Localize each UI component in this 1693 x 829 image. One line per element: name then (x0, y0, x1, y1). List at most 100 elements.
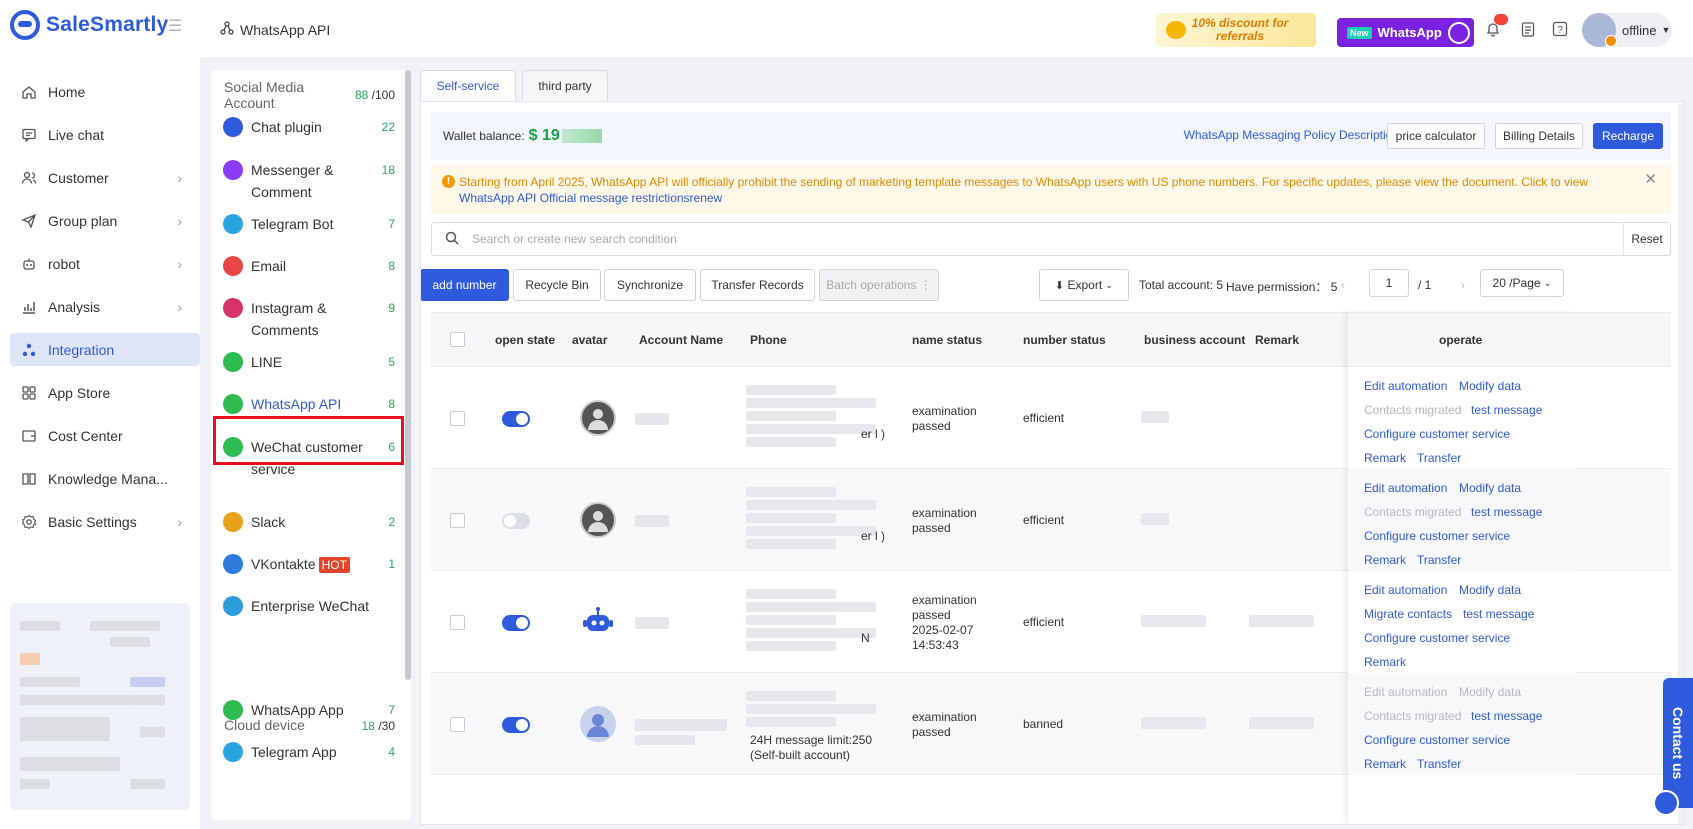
next-page-icon[interactable]: › (1461, 278, 1465, 292)
social-account-count: 88 /100 (354, 88, 395, 102)
channel-item-telegram-bot[interactable]: Telegram Bot 7 (223, 213, 395, 235)
sidebar-item-integration[interactable]: Integration (10, 333, 200, 366)
new-badge: New (1347, 26, 1372, 39)
row-checkbox[interactable] (450, 717, 465, 732)
recycle-bin-button[interactable]: Recycle Bin (513, 269, 601, 301)
referral-discount-banner[interactable]: 10% discount for referrals (1156, 13, 1316, 47)
channel-count: 22 (381, 120, 395, 134)
caret-down-icon: ▼ (1661, 25, 1671, 35)
search-input[interactable]: Search or create new search condition (472, 232, 1623, 246)
users-icon (19, 168, 39, 188)
batch-operations-button[interactable]: Batch operations ⋮ (819, 269, 939, 301)
open-state-toggle[interactable] (502, 513, 530, 529)
page-total: / 1 (1418, 278, 1432, 292)
tab-self-service[interactable]: Self-service (420, 70, 516, 102)
recharge-button[interactable]: Recharge (1593, 123, 1663, 149)
chat-bubble-icon[interactable] (1653, 790, 1679, 816)
col-phone: Phone (750, 333, 787, 347)
channel-item-whatsapp-api[interactable]: WhatsApp API 8 (223, 393, 395, 415)
synchronize-button[interactable]: Synchronize (604, 269, 696, 301)
channel-item-chat-plugin[interactable]: Chat plugin 22 (223, 116, 395, 138)
social-media-account-header: Social Media Account (224, 79, 305, 111)
add-number-button[interactable]: add number (421, 269, 509, 301)
open-state-toggle[interactable] (502, 411, 530, 427)
cloud-item-telegram-app[interactable]: Telegram App 4 (223, 741, 395, 763)
close-icon[interactable]: ✕ (1644, 172, 1657, 188)
gear-icon (19, 512, 39, 532)
prev-page-icon[interactable]: ‹ (1341, 278, 1345, 292)
notice-banner: ! Starting from April 2025, WhatsApp API… (431, 165, 1671, 214)
policy-link[interactable]: WhatsApp Messaging Policy Description (1184, 128, 1399, 142)
channel-count: 4 (388, 745, 395, 759)
channel-count: 2 (388, 515, 395, 529)
messenger-icon (223, 160, 243, 180)
sidebar-item-home[interactable]: Home (10, 75, 200, 108)
user-status-menu[interactable]: offline ▼ (1582, 13, 1672, 47)
download-icon: ⬇ (1054, 279, 1065, 292)
channel-label: Messenger & Comment (251, 162, 334, 200)
sidebar-item-robot[interactable]: robot › (10, 247, 200, 280)
channel-item-vkontakte[interactable]: VKontakte HOT 1 (223, 553, 395, 576)
sidebar-promo-card[interactable] (10, 603, 190, 810)
sidebar-item-group-plan[interactable]: Group plan › (10, 204, 200, 237)
contact-us-button[interactable]: Contact us (1663, 678, 1693, 808)
col-remark: Remark (1255, 333, 1300, 347)
channel-item-enterprise-wechat[interactable]: Enterprise WeChat (223, 595, 395, 617)
open-state-toggle[interactable] (502, 615, 530, 631)
billing-details-button[interactable]: Billing Details (1495, 123, 1583, 149)
sidebar-item-cost-center[interactable]: Cost Center (10, 419, 200, 452)
channel-label: LINE (251, 354, 283, 370)
vk-icon (223, 554, 243, 574)
main-content: Self-service third party Wallet balance:… (420, 70, 1688, 825)
chevron-right-icon: › (177, 169, 182, 186)
export-button[interactable]: ⬇ Export ⌄ (1039, 269, 1129, 301)
channel-label: Telegram Bot (251, 216, 334, 232)
channel-item-slack[interactable]: Slack 2 (223, 511, 395, 533)
channel-label: Instagram & Comments (251, 300, 327, 338)
select-all-checkbox[interactable] (450, 332, 465, 347)
tab-third-party[interactable]: third party (522, 70, 608, 102)
robot-avatar-icon (580, 604, 616, 640)
row-checkbox[interactable] (450, 411, 465, 426)
sidebar-item-basic-settings[interactable]: Basic Settings › (10, 505, 200, 538)
name-status: examination passed (912, 404, 977, 433)
collapse-menu-icon[interactable]: ☰ (168, 16, 182, 36)
slack-icon (223, 512, 243, 532)
sidebar-item-knowledge-mana[interactable]: Knowledge Mana... (10, 462, 200, 495)
open-state-toggle[interactable] (502, 717, 530, 733)
referral-discount-text: 10% discount for referrals (1191, 16, 1289, 43)
channel-item-messenger-comment[interactable]: Messenger & Comment 18 (223, 159, 395, 203)
clipboard-icon[interactable] (1518, 19, 1538, 39)
row-checkbox[interactable] (450, 513, 465, 528)
cloud-item-whatsapp-app[interactable]: WhatsApp App 7 (223, 699, 395, 721)
top-bar: WhatsApp API 10% discount for referrals … (200, 0, 1693, 59)
reset-button[interactable]: Reset (1623, 223, 1670, 255)
channel-count: 9 (388, 301, 395, 315)
page-input[interactable]: 1 (1369, 269, 1409, 297)
sidebar-item-live-chat[interactable]: Live chat (10, 118, 200, 151)
page-size-select[interactable]: 20 /Page ⌄ (1480, 269, 1564, 297)
sidebar-item-customer[interactable]: Customer › (10, 161, 200, 194)
col-avatar: avatar (572, 333, 608, 347)
notice-text: Starting from April 2025, WhatsApp API w… (459, 175, 1588, 189)
sidebar-item-analysis[interactable]: Analysis › (10, 290, 200, 323)
whatsapp-new-banner[interactable]: New WhatsApp (1337, 18, 1474, 47)
sidebar-item-app-store[interactable]: App Store (10, 376, 200, 409)
channel-item-line[interactable]: LINE 5 (223, 351, 395, 373)
channel-item-instagram-comments[interactable]: Instagram & Comments 9 (223, 297, 395, 341)
logo-icon (10, 10, 40, 40)
channel-count: 1 (388, 557, 395, 571)
price-calculator-button[interactable]: price calculator (1387, 123, 1485, 149)
notice-link[interactable]: WhatsApp API Official message restrictio… (459, 191, 722, 205)
brand-logo[interactable]: SaleSmartly (10, 10, 168, 40)
transfer-records-button[interactable]: Transfer Records (700, 269, 815, 301)
help-icon[interactable]: ? (1550, 19, 1570, 39)
breadcrumb-label: WhatsApp API (240, 21, 331, 38)
row-checkbox[interactable] (450, 615, 465, 630)
sidebar-item-label: Cost Center (48, 427, 123, 444)
col-name-status: name status (912, 333, 983, 347)
channel-item-email[interactable]: Email 8 (223, 255, 395, 277)
wallet-bar: Wallet balance: $ 19 (431, 112, 1671, 160)
telegram-app-icon (223, 742, 243, 762)
panel-scrollbar[interactable] (405, 70, 411, 680)
